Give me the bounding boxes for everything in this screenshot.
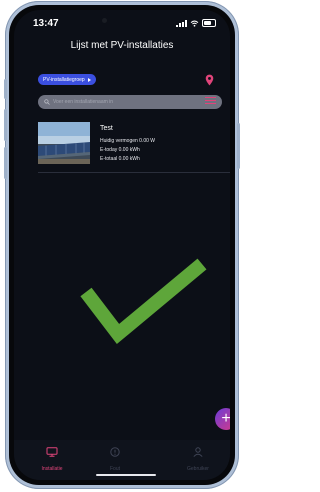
app-screen: 13:47 Lijst met PV-installaties PV-insta… <box>14 10 230 480</box>
front-camera <box>102 18 107 23</box>
daily-yield: E-today 0.00 kWh <box>100 147 140 153</box>
status-time: 13:47 <box>33 18 59 29</box>
tab-installation[interactable]: Installatie <box>22 444 82 472</box>
status-bar: 13:47 <box>14 10 230 34</box>
chevron-right-icon <box>87 77 91 82</box>
search-bar[interactable] <box>38 95 222 109</box>
monitor-icon <box>46 447 58 457</box>
installation-name: Test <box>100 125 113 132</box>
alert-icon <box>110 447 120 457</box>
installation-card[interactable]: Test Huidig vermogen 0.00 W E-today 0.00… <box>38 122 230 170</box>
volume-up-button <box>4 109 7 141</box>
volume-down-button <box>4 147 7 179</box>
add-installation-button[interactable]: + <box>215 408 230 430</box>
tab-installation-label: Installatie <box>41 466 63 472</box>
wifi-icon <box>190 20 199 27</box>
installation-photo <box>38 122 90 164</box>
plus-icon: + <box>221 410 230 427</box>
map-pin-icon[interactable] <box>205 74 214 86</box>
signal-icon <box>176 19 187 27</box>
phone-bezel: 13:47 Lijst met PV-installaties PV-insta… <box>9 5 235 485</box>
tab-bar: Installatie Fout Gebruiker <box>14 440 230 480</box>
installation-group-button[interactable]: PV-installatiegroep <box>38 74 96 85</box>
tab-fault-label: Fout <box>109 466 120 472</box>
home-indicator[interactable] <box>96 474 156 476</box>
installation-group-label: PV-installatiegroep <box>43 76 85 83</box>
total-yield: E-totaal 0.00 kWh <box>100 156 140 162</box>
system-icons <box>176 19 216 27</box>
mute-switch <box>4 79 7 99</box>
tab-fault[interactable]: Fout <box>85 444 145 472</box>
search-input[interactable] <box>53 99 203 105</box>
list-divider <box>38 172 230 173</box>
tab-user-label: Gebruiker <box>187 466 209 472</box>
battery-icon <box>202 19 216 27</box>
tab-user[interactable]: Gebruiker <box>168 444 228 472</box>
user-icon <box>193 447 203 457</box>
checkmark-icon <box>80 258 207 345</box>
page-title: Lijst met PV-installaties <box>70 40 174 51</box>
phone-frame: 13:47 Lijst met PV-installaties PV-insta… <box>4 1 240 489</box>
power-button <box>237 123 240 169</box>
filter-menu-icon[interactable] <box>205 97 216 107</box>
search-icon <box>44 99 50 105</box>
current-power: Huidig vermogen 0.00 W <box>100 138 156 144</box>
